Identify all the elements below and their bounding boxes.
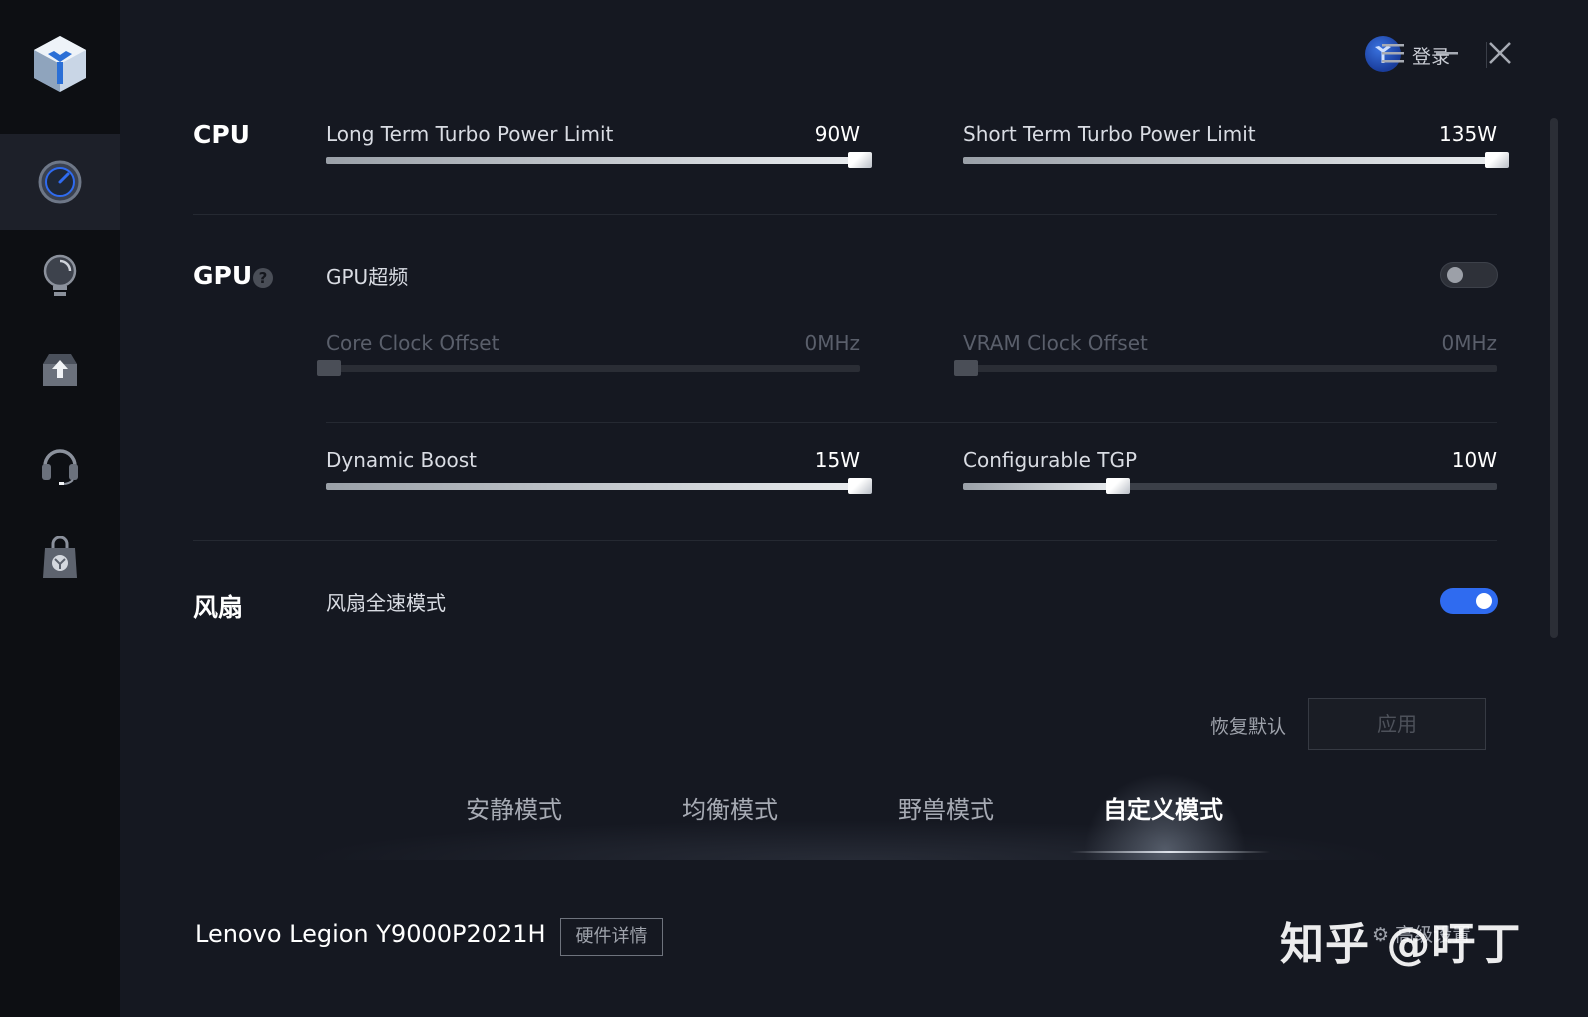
headset-icon <box>42 449 78 485</box>
tab-custom-mode[interactable]: 自定义模式 <box>1103 790 1223 825</box>
slider-fill <box>963 483 1118 490</box>
section-divider <box>193 540 1497 541</box>
tab-quiet-mode[interactable]: 安静模式 <box>466 790 562 825</box>
dynamic-boost-slider[interactable] <box>326 478 872 494</box>
minimize-icon <box>1436 52 1458 55</box>
gpu-overclock-toggle[interactable] <box>1440 262 1498 288</box>
fan-fullspeed-label: 风扇全速模式 <box>326 591 446 615</box>
active-tab-underline <box>1070 851 1270 853</box>
slider-thumb[interactable] <box>1105 478 1130 494</box>
gpu-section-title: GPU <box>193 261 253 290</box>
section-divider <box>193 214 1497 215</box>
cpu-section-title: CPU <box>193 120 250 149</box>
watermark: 知乎 @吁丁 <box>1280 919 1522 970</box>
configurable-tgp-slider[interactable] <box>963 478 1497 494</box>
vram-clock-offset-slider[interactable] <box>954 360 1497 376</box>
device-name: Lenovo Legion Y9000P2021H <box>195 920 546 948</box>
slider-fill <box>326 483 860 490</box>
close-button[interactable] <box>1485 38 1515 68</box>
apply-button[interactable]: 应用 <box>1308 698 1486 750</box>
gpu-overclock-label: GPU超频 <box>326 265 409 289</box>
core-clock-offset-slider[interactable] <box>317 360 860 376</box>
help-icon[interactable]: ? <box>253 268 273 288</box>
slider-fill <box>963 157 1497 164</box>
main-panel: 登录 CPU Long Term Turbo Power Limit 90W S… <box>120 0 1588 1017</box>
menu-button[interactable] <box>1378 38 1408 68</box>
minimize-button[interactable] <box>1432 38 1462 68</box>
short-term-power-value: 135W <box>1439 122 1497 146</box>
core-clock-offset-label: Core Clock Offset <box>326 331 500 355</box>
tab-beast-mode[interactable]: 野兽模式 <box>898 790 994 825</box>
hardware-details-button[interactable]: 硬件详情 <box>560 918 663 956</box>
configurable-tgp-value: 10W <box>1451 448 1497 472</box>
short-term-power-label: Short Term Turbo Power Limit <box>963 122 1256 146</box>
sidebar-item-lighting[interactable] <box>0 228 120 324</box>
sidebar-item-update[interactable] <box>0 322 120 418</box>
slider-thumb[interactable] <box>317 360 341 376</box>
configurable-tgp-label: Configurable TGP <box>963 448 1138 472</box>
sidebar-item-performance[interactable] <box>0 134 120 230</box>
lightbulb-icon <box>43 254 77 296</box>
sidebar <box>0 0 120 1017</box>
toggle-knob <box>1476 593 1492 609</box>
hamburger-menu-icon <box>1382 44 1404 63</box>
speedometer-icon <box>38 160 82 204</box>
slider-thumb[interactable] <box>954 360 978 376</box>
long-term-power-value: 90W <box>814 122 860 146</box>
shopping-bag-icon <box>43 536 77 578</box>
slider-thumb[interactable] <box>848 478 872 494</box>
restore-default-button[interactable]: 恢复默认 <box>1210 712 1286 739</box>
fan-fullspeed-toggle[interactable] <box>1440 588 1498 614</box>
slider-thumb[interactable] <box>848 152 872 168</box>
close-icon <box>1489 42 1511 64</box>
vram-clock-offset-label: VRAM Clock Offset <box>963 331 1148 355</box>
long-term-power-slider[interactable] <box>326 152 872 168</box>
sidebar-item-support[interactable] <box>0 416 120 512</box>
dynamic-boost-label: Dynamic Boost <box>326 448 478 472</box>
vram-clock-offset-value: 0MHz <box>1441 331 1497 355</box>
tab-balanced-mode[interactable]: 均衡模式 <box>682 790 778 825</box>
slider-thumb[interactable] <box>1485 152 1509 168</box>
fan-section-title: 风扇 <box>193 593 244 622</box>
upload-icon <box>43 354 77 386</box>
legion-logo-icon <box>28 32 92 96</box>
toggle-knob <box>1447 267 1463 283</box>
slider-fill <box>326 157 860 164</box>
long-term-power-label: Long Term Turbo Power Limit <box>326 122 614 146</box>
short-term-power-slider[interactable] <box>963 152 1509 168</box>
sidebar-item-store[interactable] <box>0 510 120 606</box>
dynamic-boost-value: 15W <box>814 448 860 472</box>
vertical-scrollbar[interactable] <box>1550 118 1558 638</box>
core-clock-offset-value: 0MHz <box>804 331 860 355</box>
subsection-divider <box>326 422 1497 423</box>
